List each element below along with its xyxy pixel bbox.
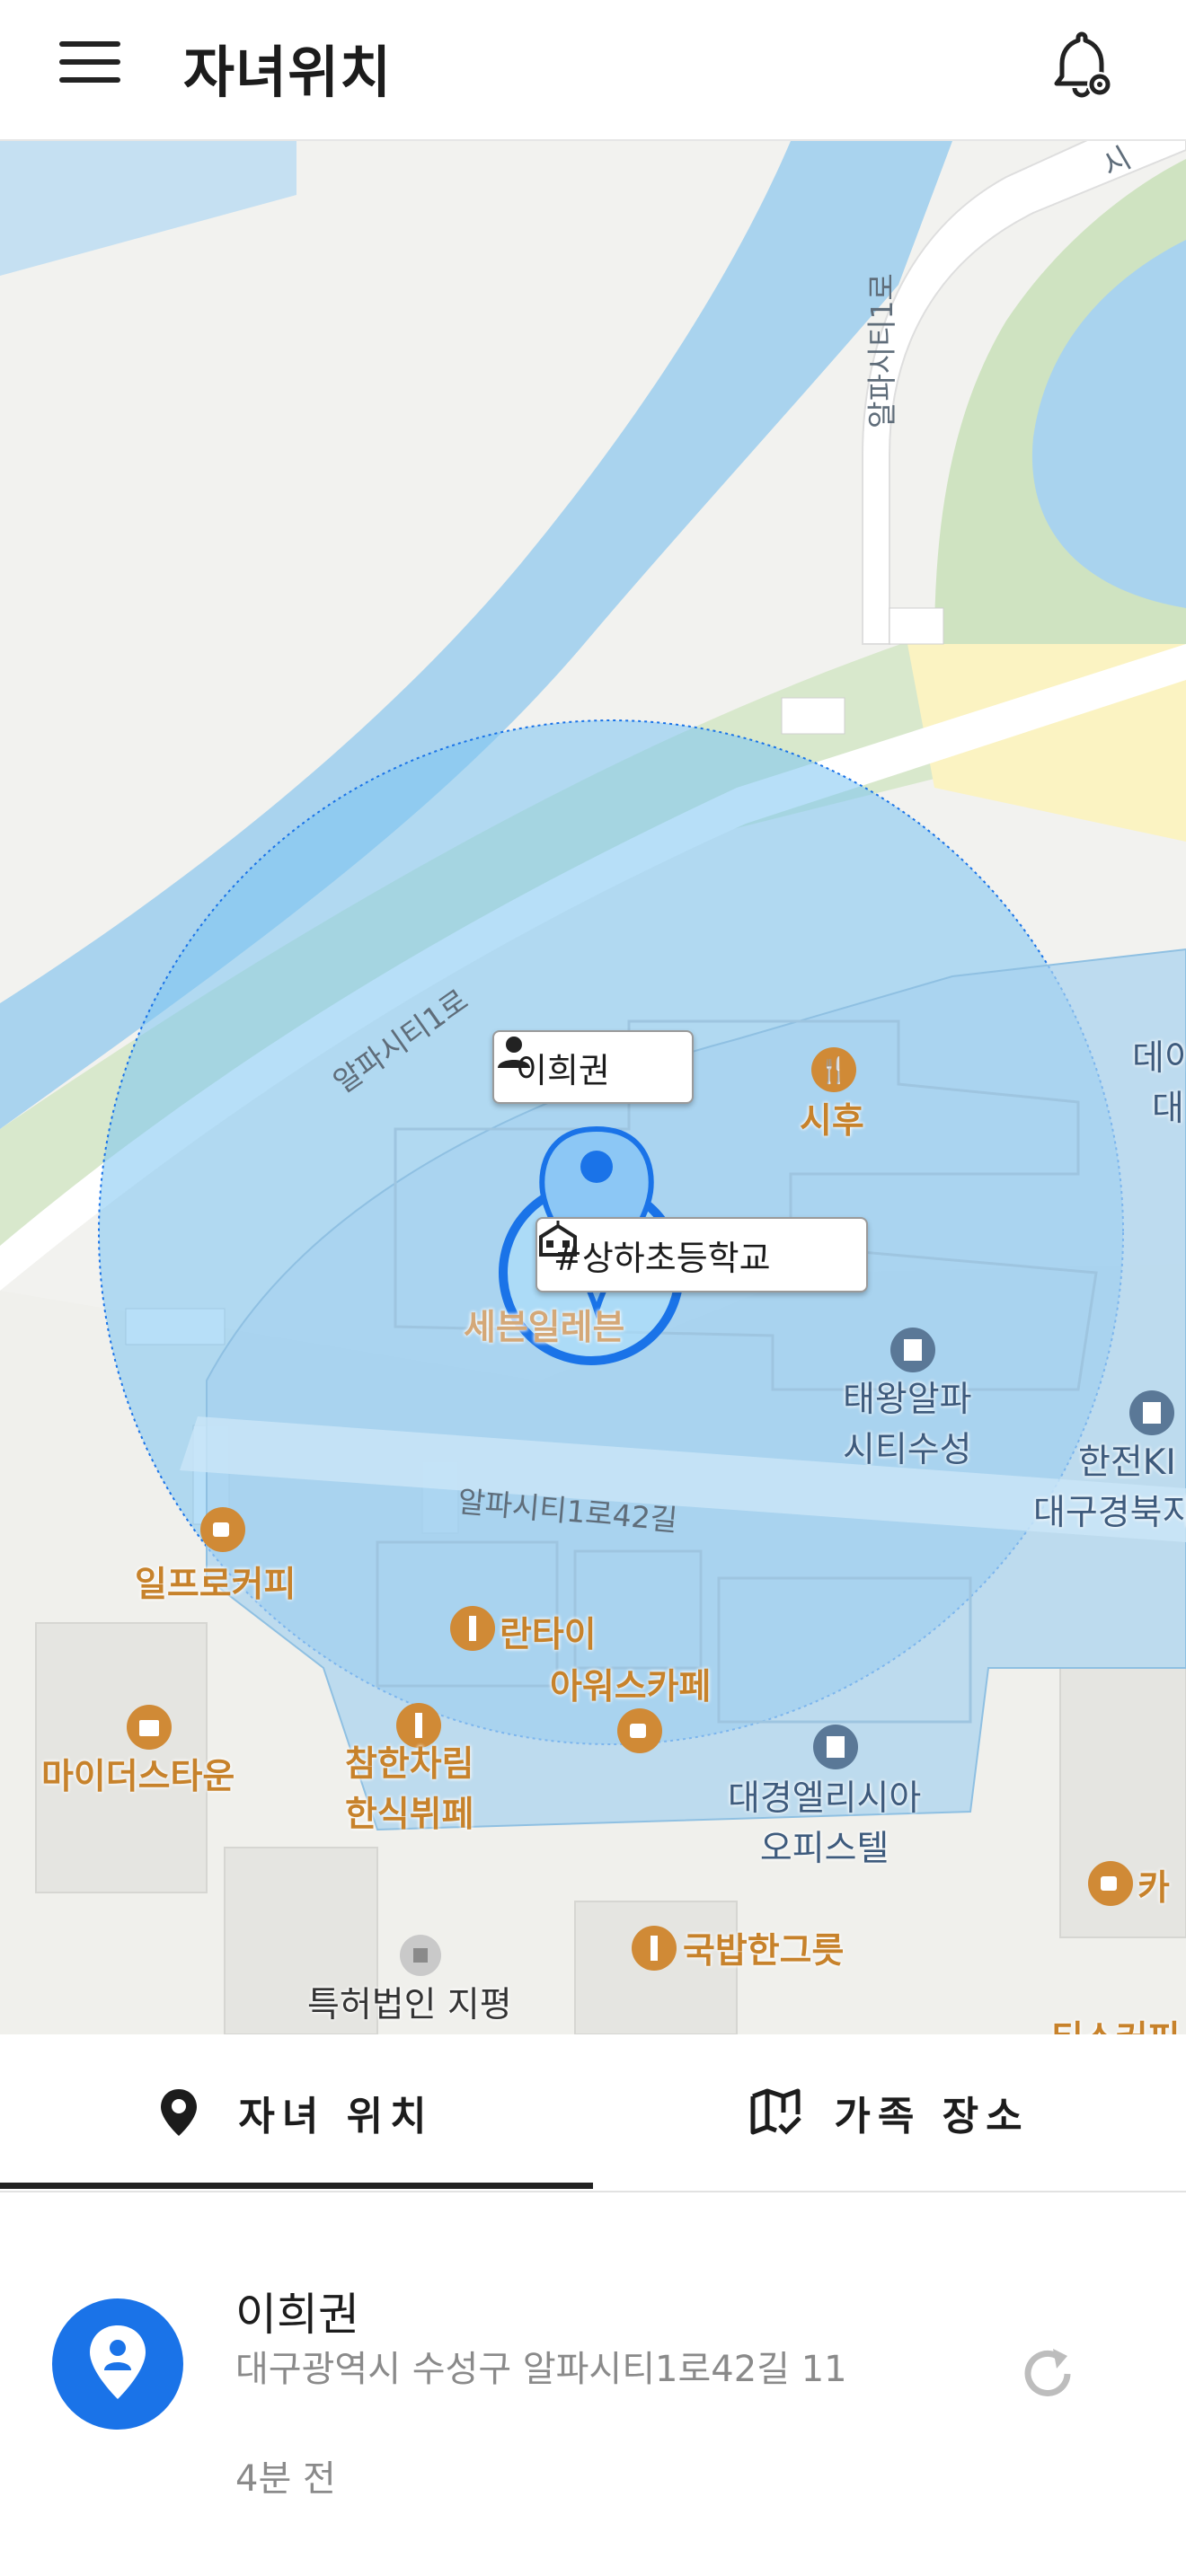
tab-child-location[interactable]: 자녀 위치 <box>0 2034 593 2191</box>
school-icon <box>539 1221 577 1257</box>
poi-chamhan-line1: 참한차림 <box>345 1744 474 1785</box>
refresh-icon[interactable] <box>1013 2340 1082 2408</box>
bell-settings-icon[interactable] <box>1051 31 1114 102</box>
poi-right-edge-line2: 대 <box>1152 1089 1184 1129</box>
poi-taewang[interactable]: 태왕알파 시티수성 <box>843 1372 972 1472</box>
poi-daekyung-line1: 대경엘리시아 <box>728 1778 922 1819</box>
map-check-icon <box>750 2088 802 2135</box>
poi-kepco-line2: 대구경북지 <box>1033 1493 1186 1533</box>
poi-patent-office[interactable]: 특허법인 지평 <box>307 1977 512 2027</box>
location-pin-icon <box>161 2089 198 2136</box>
app-header: 자녀위치 <box>0 0 1186 141</box>
poi-daekyung-line2: 오피스텔 <box>759 1829 890 1869</box>
poi-sihu[interactable]: 시후 <box>800 1093 864 1143</box>
poi-taewang-line1: 태왕알파 <box>843 1380 972 1420</box>
place-name-callout[interactable]: #상하초등학교 <box>535 1217 868 1292</box>
hamburger-menu-icon[interactable] <box>59 41 122 86</box>
map-view[interactable]: 🍴 알파시티1로 알파시티1로 알파시티1로42길 시 시후 세븐일레븐 태왕알… <box>0 141 1186 2034</box>
child-address: 대구광역시 수성구 알파시티1로42길 11 <box>235 2349 847 2390</box>
poi-taewang-line2: 시티수성 <box>843 1430 972 1470</box>
tab-family-places[interactable]: 가족 장소 <box>593 2034 1186 2191</box>
last-updated-time: 4분 전 <box>235 2458 336 2500</box>
poi-awus-cafe[interactable]: 아워스카페 <box>550 1659 711 1709</box>
bottom-tabs: 자녀 위치 가족 장소 <box>0 2034 1186 2192</box>
poi-bottom-right-cafe[interactable]: 티스커피 <box>1051 2011 1181 2034</box>
child-info-card[interactable]: 이희권 대구광역시 수성구 알파시티1로42길 11 4분 전 <box>0 2192 1186 2576</box>
child-name: 이희권 <box>235 2289 359 2341</box>
poi-lantai[interactable]: 란타이 <box>500 1607 597 1657</box>
poi-chamhan-line2: 한식뷔페 <box>345 1795 474 1835</box>
person-icon <box>498 1037 530 1068</box>
poi-chamhan[interactable]: 참한차림 한식뷔페 <box>345 1736 474 1837</box>
poi-cafe-right[interactable]: 카 <box>1137 1860 1170 1910</box>
tab-child-location-label: 자녀 위치 <box>238 2094 434 2139</box>
child-avatar <box>52 2298 183 2430</box>
poi-gukbap[interactable]: 국밥한그릇 <box>683 1923 844 1973</box>
poi-kepco-line1: 한전KI <box>1078 1442 1176 1483</box>
child-name-callout[interactable]: 이희권 <box>492 1030 694 1104</box>
poi-right-edge[interactable]: 데이 대 <box>1132 1030 1186 1131</box>
road-label-alpha-1ro-vertical: 알파시티1로 <box>864 273 899 428</box>
poi-mydeo-town[interactable]: 마이더스타운 <box>41 1749 235 1799</box>
svg-text:🍴: 🍴 <box>819 1055 850 1085</box>
poi-kepco[interactable]: 한전KI 대구경북지 <box>1033 1434 1186 1535</box>
active-tab-indicator <box>0 2183 593 2189</box>
place-name-callout-label: #상하초등학교 <box>553 1238 771 1278</box>
poi-seven-eleven[interactable]: 세븐일레븐 <box>464 1300 624 1350</box>
person-pin-icon <box>90 2325 146 2399</box>
poi-daekyung[interactable]: 대경엘리시아 오피스텔 <box>728 1770 921 1871</box>
tab-family-places-label: 가족 장소 <box>834 2094 1030 2139</box>
page-title: 자녀위치 <box>183 40 393 105</box>
poi-ilpro-coffee[interactable]: 일프로커피 <box>135 1557 296 1607</box>
poi-right-edge-line1: 데이 <box>1132 1038 1186 1079</box>
